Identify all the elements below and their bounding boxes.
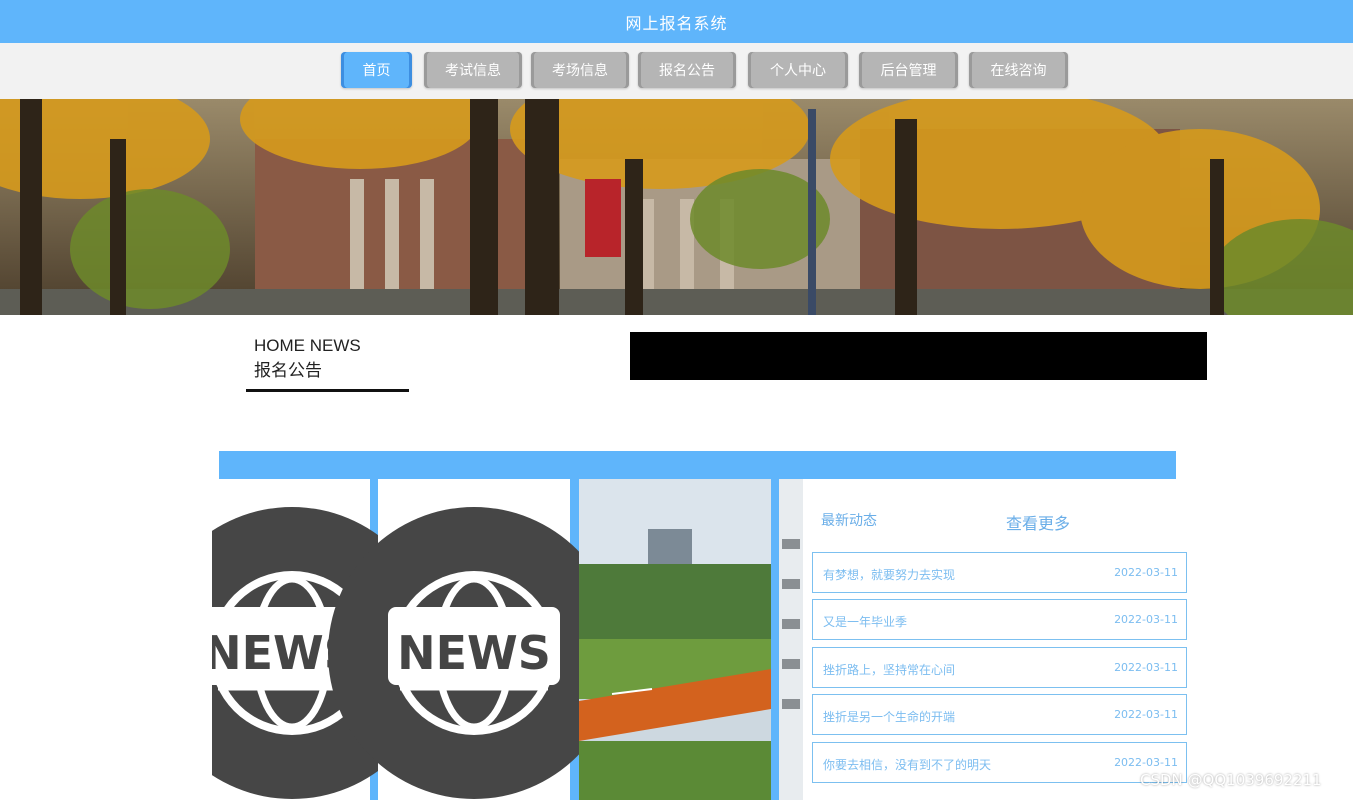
news-item[interactable]: 有梦想，就要努力去实现 2022-03-11 xyxy=(812,552,1187,593)
campus-banner-image xyxy=(0,99,1353,315)
nav-exam-info[interactable]: 考试信息 xyxy=(424,52,522,88)
news-item-title: 挫折路上，坚持常在心间 xyxy=(823,663,956,677)
blue-strip xyxy=(219,451,1176,479)
section-underline xyxy=(246,389,409,392)
latest-news-heading: 最新动态 xyxy=(821,513,877,529)
nav-admin[interactable]: 后台管理 xyxy=(859,52,958,88)
nav-registration-notice[interactable]: 报名公告 xyxy=(638,52,736,88)
campus-photo-card[interactable] xyxy=(579,479,771,800)
news-item-date: 2022-03-11 xyxy=(1114,708,1178,721)
section-title-en: HOME NEWS xyxy=(254,336,361,355)
news-item[interactable]: 又是一年毕业季 2022-03-11 xyxy=(812,599,1187,640)
section-heading: HOME NEWS 报名公告 xyxy=(254,333,361,383)
news-item[interactable]: 挫折路上，坚持常在心间 2022-03-11 xyxy=(812,647,1187,688)
news-item-title: 有梦想，就要努力去实现 xyxy=(823,568,956,582)
nav-home[interactable]: 首页 xyxy=(341,52,412,88)
nav-consult[interactable]: 在线咨询 xyxy=(969,52,1068,88)
news-card-2-text: NEWS xyxy=(397,626,551,680)
news-item-date: 2022-03-11 xyxy=(1114,613,1178,626)
nav-venue-info[interactable]: 考场信息 xyxy=(531,52,629,88)
news-item[interactable]: 挫折是另一个生命的开端 2022-03-11 xyxy=(812,694,1187,735)
news-item-title: 又是一年毕业季 xyxy=(823,615,908,629)
site-title: 网上报名系统 xyxy=(625,13,728,33)
section-title-cn: 报名公告 xyxy=(254,361,322,380)
news-gallery: NEWS NEWS xyxy=(212,479,803,800)
site-header: 网上报名系统 xyxy=(0,0,1353,43)
redacted-area xyxy=(630,332,1207,380)
nav-personal-center[interactable]: 个人中心 xyxy=(748,52,848,88)
news-item-date: 2022-03-11 xyxy=(1114,756,1178,769)
csdn-watermark: CSDN @QQ1039692211 xyxy=(1140,771,1322,789)
main-nav: 首页 考试信息 考场信息 报名公告 个人中心 后台管理 在线咨询 xyxy=(0,43,1353,99)
news-item-title: 你要去相信，没有到不了的明天 xyxy=(823,758,992,772)
view-more-link[interactable]: 查看更多 xyxy=(1006,510,1070,534)
news-item-date: 2022-03-11 xyxy=(1114,566,1178,579)
building-photo-card[interactable] xyxy=(779,479,803,800)
news-item-date: 2022-03-11 xyxy=(1114,661,1178,674)
news-item[interactable]: 你要去相信，没有到不了的明天 2022-03-11 xyxy=(812,742,1187,783)
news-item-title: 挫折是另一个生命的开端 xyxy=(823,710,956,724)
